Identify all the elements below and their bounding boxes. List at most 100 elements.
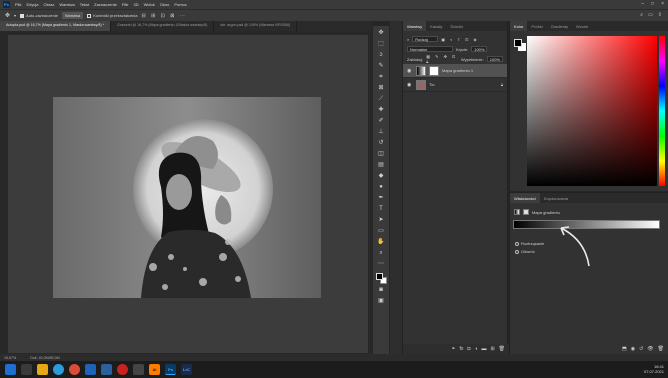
edge-icon[interactable]: [53, 364, 64, 375]
gradient-tool-icon[interactable]: ▤: [377, 161, 386, 170]
layer-name[interactable]: Tło: [429, 82, 435, 87]
zoom-level[interactable]: 16,67%: [4, 356, 16, 360]
eraser-tool-icon[interactable]: ◫: [377, 150, 386, 159]
doc-tab[interactable]: obr. argon.psd @ 100% (Warstwa 0/RGB/8): [214, 21, 298, 31]
photoshop-icon[interactable]: Ps: [165, 364, 176, 375]
menu-item-type[interactable]: Tekst: [80, 2, 89, 7]
move-tool-icon[interactable]: ✥: [377, 29, 386, 38]
taskbar-search-icon[interactable]: [21, 364, 32, 375]
frame-tool-icon[interactable]: ⊠: [377, 84, 386, 93]
close-button[interactable]: ×: [661, 1, 664, 7]
rectangle-tool-icon[interactable]: ▭: [377, 227, 386, 236]
chrome-icon[interactable]: [69, 364, 80, 375]
delete-icon[interactable]: 🗑︎: [658, 346, 664, 352]
start-button[interactable]: [5, 364, 16, 375]
workspace-icon[interactable]: ▭: [648, 12, 653, 18]
layer-row[interactable]: ◉ Tło 🔒︎: [403, 78, 507, 92]
tab-gradients[interactable]: Gradienty: [547, 21, 572, 31]
healing-tool-icon[interactable]: ✚: [377, 106, 386, 115]
layer-filter-dropdown[interactable]: Rodzaj: [412, 36, 439, 42]
pen-tool-icon[interactable]: ✒: [377, 194, 386, 203]
layer-mask-thumbnail[interactable]: [429, 65, 439, 76]
screen-mode-icon[interactable]: ▣: [377, 297, 386, 306]
blur-tool-icon[interactable]: ◆: [377, 172, 386, 181]
clip-icon[interactable]: ⬒: [622, 346, 627, 352]
menu-item-edit[interactable]: Edycja: [26, 2, 38, 7]
file-explorer-icon[interactable]: [37, 364, 48, 375]
align-icons[interactable]: ⊟ ⊞ ⊡ ⊠ ⋯: [142, 13, 187, 19]
menu-item-filter[interactable]: Filtr: [122, 2, 129, 7]
menu-item-layer[interactable]: Warstwa: [59, 2, 74, 7]
clone-stamp-tool-icon[interactable]: ⊥: [377, 128, 386, 137]
filter-icons[interactable]: ▣ ◐ T ⊡ ◈: [441, 37, 478, 42]
visibility-eye-icon[interactable]: ◉: [407, 82, 413, 88]
path-select-tool-icon[interactable]: ➤: [377, 216, 386, 225]
search-icon[interactable]: ⌕: [640, 12, 643, 18]
transform-controls-checkbox[interactable]: Kontrolki przekształcenia: [87, 13, 138, 18]
tab-properties[interactable]: Właściwości: [510, 193, 540, 203]
layer-name[interactable]: Mapa gradientu 1: [442, 68, 473, 73]
doc-tab[interactable]: Grawerki @ 16,7% (Mapa gradientu 1/Maska…: [111, 21, 215, 31]
hue-slider[interactable]: [659, 36, 665, 186]
explorer-icon[interactable]: [101, 364, 112, 375]
minimize-button[interactable]: –: [641, 1, 644, 7]
quick-mask-icon[interactable]: ◙: [377, 286, 386, 295]
lock-icons[interactable]: ▦ ✎ ✥ ⊡ 🔒︎: [426, 54, 458, 64]
menu-item-help[interactable]: Pomoc: [174, 2, 186, 7]
lightroom-icon[interactable]: LrC: [181, 364, 192, 375]
doc-tab[interactable]: Autopia.psd @ 16,7% (Mapa gradientu 1, M…: [0, 21, 112, 31]
view-previous-icon[interactable]: ◉: [631, 346, 635, 352]
new-layer-icon[interactable]: ⊞: [490, 346, 494, 352]
reset-icon[interactable]: ↺: [639, 346, 643, 352]
move-tool-icon[interactable]: ✥: [5, 12, 10, 19]
link-layers-icon[interactable]: ⚭: [451, 346, 455, 352]
opacity-field[interactable]: 100%: [471, 46, 488, 52]
foreground-color-swatch[interactable]: [514, 39, 522, 47]
menu-item-3d[interactable]: 3D: [134, 2, 139, 7]
menu-item-file[interactable]: Plik: [15, 2, 21, 7]
zoom-tool-icon[interactable]: ⌕: [377, 249, 386, 258]
hand-tool-icon[interactable]: ✋: [377, 238, 386, 247]
tab-color[interactable]: Kolor: [510, 21, 528, 31]
share-icon[interactable]: ⇪: [658, 12, 662, 18]
lasso-tool-icon[interactable]: ↄ: [377, 51, 386, 60]
maximize-button[interactable]: □: [651, 1, 654, 7]
color-picker-field[interactable]: [527, 36, 657, 186]
photo-image[interactable]: [53, 97, 321, 298]
menu-item-window[interactable]: Okno: [160, 2, 170, 7]
opera-icon[interactable]: [117, 364, 128, 375]
tab-paths[interactable]: Ścieżki: [446, 21, 467, 31]
more-tools-icon[interactable]: ⋯: [377, 260, 386, 269]
auto-select-target-dropdown[interactable]: Warstwa: [61, 12, 84, 19]
illustrator-icon[interactable]: Ai: [149, 364, 160, 375]
tab-swatches[interactable]: Próbki: [527, 21, 546, 31]
fill-field[interactable]: 100%: [486, 56, 503, 62]
crop-tool-icon[interactable]: ⌗: [377, 73, 386, 82]
menu-item-select[interactable]: Zaznaczenie: [94, 2, 117, 7]
dodge-tool-icon[interactable]: ●: [377, 183, 386, 192]
new-group-icon[interactable]: ▬: [481, 346, 486, 352]
delete-layer-icon[interactable]: 🗑︎: [499, 346, 505, 352]
layer-row[interactable]: ◉ Mapa gradientu 1: [403, 64, 507, 78]
layer-style-icon[interactable]: fx: [459, 346, 463, 352]
auto-select-checkbox[interactable]: Auto-zaznaczenie: [20, 13, 58, 18]
blend-mode-dropdown[interactable]: Normalne: [407, 46, 453, 52]
mail-icon[interactable]: [85, 364, 96, 375]
type-tool-icon[interactable]: T: [377, 205, 386, 214]
tab-layers[interactable]: Warstwy: [403, 21, 427, 31]
brush-tool-icon[interactable]: ✐: [377, 117, 386, 126]
menu-item-image[interactable]: Obraz: [43, 2, 54, 7]
system-clock[interactable]: 16:41 07.07.2021: [644, 364, 664, 374]
mask-icon[interactable]: [523, 209, 529, 215]
visibility-icon[interactable]: 👁︎: [647, 346, 653, 352]
adjustment-layer-icon[interactable]: ◑: [474, 346, 477, 352]
quick-select-tool-icon[interactable]: ✎: [377, 62, 386, 71]
add-mask-icon[interactable]: ◘: [467, 346, 470, 352]
history-brush-tool-icon[interactable]: ↺: [377, 139, 386, 148]
menu-item-view[interactable]: Widok: [144, 2, 155, 7]
tab-patterns[interactable]: Wzorki: [572, 21, 592, 31]
eyedropper-tool-icon[interactable]: ⟋: [377, 95, 386, 104]
visibility-eye-icon[interactable]: ◉: [407, 68, 413, 74]
color-swatches[interactable]: [375, 273, 387, 284]
marquee-tool-icon[interactable]: ⬚: [377, 40, 386, 49]
